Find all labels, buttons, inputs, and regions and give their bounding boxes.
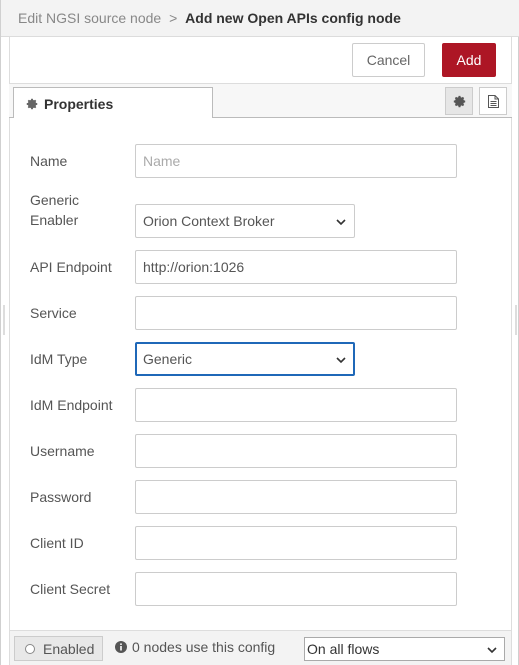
name-label: Name [30,153,68,169]
gear-icon [26,98,38,110]
gear-icon [453,95,466,108]
document-icon [487,94,499,108]
generic-enabler-select[interactable]: Orion Context Broker [135,204,355,238]
toggle-circle-icon [25,643,35,654]
resize-handle-left[interactable] [3,305,5,335]
enabled-toggle[interactable]: Enabled [14,636,103,661]
tab-description-button[interactable] [479,87,507,115]
generic-enabler-label-line1: Generic [30,192,80,208]
password-input[interactable] [135,480,457,514]
name-input[interactable]: Name [135,144,457,178]
chevron-down-icon [335,215,347,227]
tab-properties[interactable]: Properties [13,87,213,119]
password-label: Password [30,489,92,505]
resize-handle-right[interactable] [515,305,517,335]
add-button[interactable]: Add [442,43,496,77]
properties-form: Name Name Generic Enabler Orion Context … [9,118,512,630]
idm-endpoint-input[interactable] [135,388,457,422]
edit-dialog: Edit NGSI source node > Add new Open API… [0,0,519,665]
tab-properties-label: Properties [44,96,114,112]
generic-enabler-label: Generic Enabler [30,190,79,230]
scope-value: On all flows [307,641,380,657]
cancel-button[interactable]: Cancel [352,43,425,77]
username-input[interactable] [135,434,457,468]
client-id-input[interactable] [135,526,457,560]
idm-type-label: IdM Type [30,351,88,367]
idm-endpoint-label: IdM Endpoint [30,397,113,413]
generic-enabler-value: Orion Context Broker [143,213,275,229]
tab-settings-button[interactable] [445,87,473,115]
dialog-toolbar: Cancel Add [9,37,512,84]
config-usage: 0 nodes use this config [115,639,275,655]
tab-bar: Properties [9,84,512,119]
generic-enabler-label-line2: Enabler [30,212,79,228]
dialog-footer: Enabled 0 nodes use this config On all f… [9,630,512,665]
client-id-label: Client ID [30,535,84,551]
chevron-down-icon [486,643,498,655]
enabled-label: Enabled [43,640,95,657]
service-input[interactable] [135,296,457,330]
dialog-header: Edit NGSI source node > Add new Open API… [1,0,519,37]
info-icon [115,641,127,653]
breadcrumb-separator: > [169,10,178,26]
client-secret-input[interactable] [135,572,457,606]
chevron-down-icon [335,353,347,365]
scope-select[interactable]: On all flows [304,637,505,661]
idm-type-select[interactable]: Generic [135,342,355,376]
username-label: Username [30,443,95,459]
api-endpoint-label: API Endpoint [30,259,112,275]
idm-type-value: Generic [143,351,193,367]
dialog-title: Add new Open APIs config node [185,10,401,26]
usage-text: 0 nodes use this config [132,639,276,655]
api-endpoint-input[interactable]: http://orion:1026 [135,250,457,284]
breadcrumb-parent[interactable]: Edit NGSI source node [18,10,161,26]
service-label: Service [30,305,77,321]
client-secret-label: Client Secret [30,581,111,597]
